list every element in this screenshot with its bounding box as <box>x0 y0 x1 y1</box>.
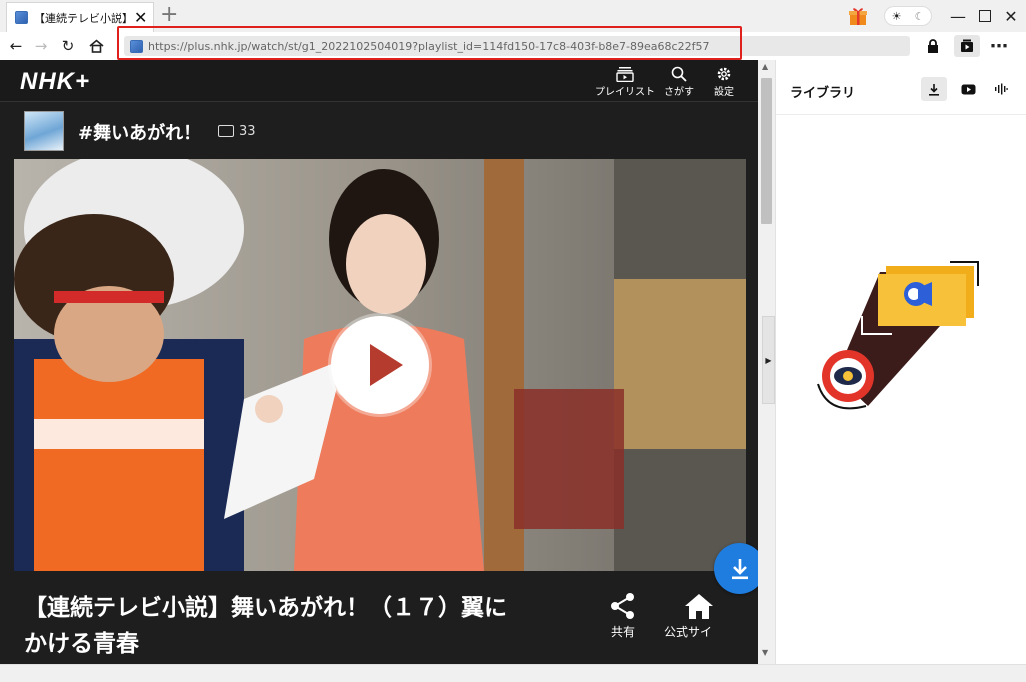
library-title: ライブラリ <box>790 86 856 101</box>
minimize-icon[interactable]: — <box>946 4 970 28</box>
search-nav[interactable]: さがす <box>664 66 694 98</box>
episode-title-line-2: かける青春 <box>24 631 139 657</box>
library-divider <box>776 114 1026 115</box>
comment-icon[interactable] <box>218 125 234 137</box>
reload-icon[interactable]: ↻ <box>57 32 79 60</box>
nhk-plus-logo[interactable]: NHK+ <box>20 68 90 96</box>
playlist-nav[interactable]: プレイリスト <box>595 66 655 98</box>
more-menu-icon[interactable]: ⋯ <box>988 32 1010 60</box>
youtube-play-icon <box>961 84 975 94</box>
audio-wave-icon <box>995 83 1008 95</box>
audio-tab[interactable] <box>988 77 1014 101</box>
play-icon <box>370 344 403 386</box>
settings-label: 設定 <box>714 87 734 98</box>
status-bar <box>0 664 1026 682</box>
library-panel: ライブラリ <box>775 60 1026 664</box>
nhk-header: NHK+ プレイリスト さがす 設定 <box>0 60 758 102</box>
scroll-up-arrow-icon[interactable]: ▲ <box>762 62 768 71</box>
episode-title-line-1: 【連続テレビ小説】舞いあがれ！（１７）翼に <box>24 595 507 621</box>
video-download-toggle-icon[interactable] <box>954 35 980 57</box>
tab-close-icon[interactable]: ✕ <box>134 9 147 26</box>
back-arrow-icon[interactable]: ← <box>5 32 27 60</box>
share-button[interactable]: 共有 <box>609 592 637 640</box>
scrollbar-thumb[interactable] <box>761 78 772 224</box>
official-site-button[interactable]: 公式サイ <box>664 592 734 640</box>
url-highlight-box <box>117 26 742 60</box>
gift-icon[interactable] <box>848 6 868 26</box>
episode-title: 【連続テレビ小説】舞いあがれ！（１７）翼に かける青春 <box>24 590 584 662</box>
gear-icon <box>717 67 731 81</box>
share-label: 共有 <box>610 625 635 639</box>
forward-arrow-icon[interactable]: → <box>30 32 52 60</box>
home-icon <box>685 594 713 619</box>
home-icon[interactable] <box>85 32 107 60</box>
sun-icon[interactable]: ☀ <box>892 10 902 23</box>
play-button[interactable] <box>331 316 429 414</box>
close-window-icon[interactable]: ✕ <box>999 4 1023 28</box>
tab-title: 【連続テレビ小説】舞 <box>34 11 130 25</box>
series-thumbnail[interactable] <box>24 111 64 151</box>
series-row: #舞いあがれ！ 33 <box>0 102 758 158</box>
search-label: さがす <box>664 87 694 98</box>
search-icon <box>671 66 687 82</box>
share-icon <box>611 593 634 619</box>
video-player[interactable] <box>14 159 746 571</box>
official-site-label: 公式サイ <box>664 625 713 639</box>
moon-icon[interactable]: ☾ <box>915 10 925 23</box>
lock-icon[interactable] <box>922 32 944 60</box>
settings-nav[interactable]: 設定 <box>714 66 734 98</box>
video-tab[interactable] <box>955 77 981 101</box>
maximize-icon[interactable] <box>973 4 997 28</box>
playlist-icon <box>616 67 634 82</box>
download-icon <box>929 83 939 96</box>
comment-count: 33 <box>239 124 256 139</box>
series-title[interactable]: #舞いあがれ！ <box>78 119 201 145</box>
new-tab-button[interactable]: + <box>160 4 178 26</box>
downloads-tab[interactable] <box>921 77 947 101</box>
playlist-label: プレイリスト <box>595 87 655 98</box>
download-icon <box>731 558 748 579</box>
empty-library-illustration <box>817 261 979 410</box>
panel-toggle-handle[interactable]: ▶ <box>762 316 775 404</box>
scroll-down-arrow-icon[interactable]: ▼ <box>762 648 768 657</box>
web-page: NHK+ プレイリスト さがす 設定 #舞いあがれ！ 33 【連続テレビ小説】舞… <box>0 60 758 664</box>
theme-toggle[interactable]: ☀ ☾ <box>884 6 932 26</box>
page-favicon-icon <box>15 11 28 24</box>
expand-arrow-icon: ▶ <box>765 355 772 365</box>
